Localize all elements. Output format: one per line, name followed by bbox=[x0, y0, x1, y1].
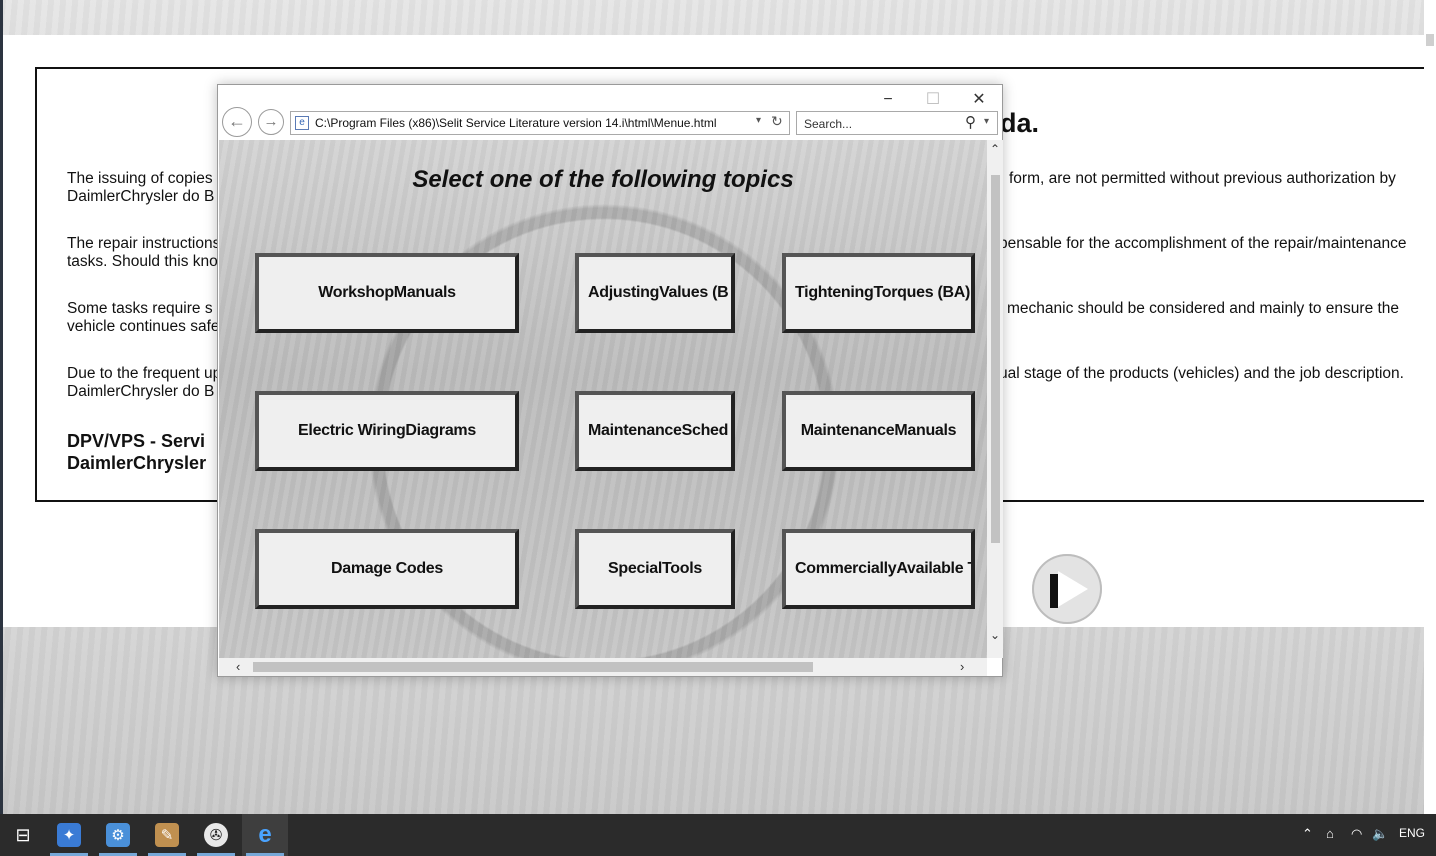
address-bar[interactable]: e C:\Program Files (x86)\Selit Service L… bbox=[290, 111, 790, 135]
refresh-icon[interactable]: ↻ bbox=[771, 113, 783, 130]
horizontal-scrollbar[interactable]: ‹ › bbox=[219, 658, 987, 676]
taskbar: ⊟ ✦ ⚙ ✎ ✇ e ⌃ ⌂ ◠ 🔈 ENG bbox=[0, 814, 1436, 856]
address-dropdown-icon[interactable]: ▾ bbox=[756, 115, 761, 126]
topic-button-maintenance-manuals[interactable]: MaintenanceManuals bbox=[782, 391, 975, 471]
mercedes-star-icon: ✇ bbox=[204, 823, 228, 847]
paragraph-text: Some tasks require s bbox=[67, 300, 213, 317]
task-view-button[interactable]: ⊟ bbox=[0, 814, 46, 856]
scrollbar-thumb[interactable] bbox=[1426, 34, 1434, 46]
play-icon-bar bbox=[1050, 574, 1058, 608]
paragraph-text: The repair instructions bbox=[67, 235, 221, 252]
footer-text: DaimlerChrysler bbox=[67, 453, 207, 473]
paragraph-text: form, are not permitted without previous… bbox=[1009, 170, 1396, 187]
volume-icon[interactable]: 🔈 bbox=[1372, 826, 1388, 842]
topic-button-tightening-torques[interactable]: TighteningTorques (BA) bbox=[782, 253, 975, 333]
search-icon[interactable]: ⚲ bbox=[965, 113, 976, 131]
vertical-scrollbar-thumb[interactable] bbox=[991, 175, 1000, 543]
vertical-scrollbar[interactable]: ⌃ ⌄ bbox=[987, 140, 1003, 658]
paragraph-text: DaimlerChrysler do B bbox=[67, 383, 215, 400]
minimize-button[interactable]: − bbox=[866, 89, 910, 111]
gear-icon: ⚙ bbox=[106, 823, 130, 847]
topic-button-commercially-available[interactable]: CommerciallyAvailable T bbox=[782, 529, 975, 609]
paragraph-text: The issuing of copies bbox=[67, 170, 213, 187]
footer-text: DPV/VPS - Servi bbox=[67, 431, 206, 451]
search-placeholder: Search... bbox=[804, 117, 853, 131]
forward-button[interactable]: → bbox=[258, 109, 284, 135]
scroll-left-icon[interactable]: ‹ bbox=[236, 659, 240, 674]
paragraph-text: DaimlerChrysler do B bbox=[67, 188, 215, 205]
scroll-down-icon[interactable]: ⌄ bbox=[987, 628, 1003, 642]
topic-button-electric-wiring-diagrams[interactable]: Electric WiringDiagrams bbox=[255, 391, 519, 471]
taskbar-app-mercedes[interactable]: ✇ bbox=[193, 814, 239, 856]
back-button[interactable]: ← bbox=[222, 107, 252, 137]
maximize-button[interactable]: ☐ bbox=[911, 89, 955, 111]
paint-icon: ✎ bbox=[155, 823, 179, 847]
notice-title: da. bbox=[1000, 108, 1040, 138]
topic-button-adjusting-values[interactable]: AdjustingValues (B bbox=[575, 253, 735, 333]
search-dropdown-icon[interactable]: ▾ bbox=[984, 116, 989, 127]
topic-button-special-tools[interactable]: SpecialTools bbox=[575, 529, 735, 609]
address-url[interactable]: C:\Program Files (x86)\Selit Service Lit… bbox=[315, 116, 716, 130]
paragraph-text: ual stage of the products (vehicles) and… bbox=[999, 365, 1404, 382]
background-scrollbar[interactable] bbox=[1424, 0, 1436, 814]
scroll-right-icon[interactable]: › bbox=[960, 659, 964, 674]
tray-chevron-icon[interactable]: ⌃ bbox=[1302, 826, 1313, 842]
taskbar-app-settings[interactable]: ⚙ bbox=[95, 814, 141, 856]
taskbar-app-1[interactable]: ✦ bbox=[46, 814, 92, 856]
page-title: Select one of the following topics bbox=[412, 166, 794, 193]
paragraph-text: pensable for the accomplishment of the r… bbox=[999, 235, 1407, 252]
network-icon[interactable]: ⌂ bbox=[1326, 826, 1334, 841]
close-button[interactable]: ✕ bbox=[957, 89, 1001, 111]
topic-button-workshop-manuals[interactable]: WorkshopManuals bbox=[255, 253, 519, 333]
wifi-icon[interactable]: ◠ bbox=[1351, 826, 1362, 842]
language-indicator[interactable]: ENG bbox=[1399, 826, 1425, 840]
scroll-up-icon[interactable]: ⌃ bbox=[987, 142, 1003, 156]
paragraph-text: Due to the frequent up bbox=[67, 365, 222, 382]
play-icon bbox=[1058, 571, 1088, 607]
taskbar-app-internet-explorer[interactable]: e bbox=[242, 814, 288, 856]
play-button[interactable] bbox=[1032, 554, 1102, 624]
internet-explorer-icon: e bbox=[258, 821, 272, 848]
horizontal-scrollbar-thumb[interactable] bbox=[253, 662, 813, 672]
browser-window: − ☐ ✕ ← → e C:\Program Files (x86)\Selit… bbox=[217, 84, 1003, 677]
page-viewport: Select one of the following topics Works… bbox=[219, 140, 987, 658]
paragraph-text: mechanic should be considered and mainly… bbox=[1007, 300, 1400, 317]
search-input[interactable]: Search... ⚲ ▾ bbox=[796, 111, 998, 135]
paragraph-text: vehicle continues safe bbox=[67, 318, 220, 335]
task-view-icon: ⊟ bbox=[15, 824, 31, 845]
paragraph-text: tasks. Should this kno bbox=[67, 253, 218, 270]
topic-button-maintenance-schedules[interactable]: MaintenanceSched bbox=[575, 391, 735, 471]
page-icon: e bbox=[295, 116, 309, 130]
topic-button-damage-codes[interactable]: Damage Codes bbox=[255, 529, 519, 609]
taskbar-app-paint[interactable]: ✎ bbox=[144, 814, 190, 856]
app-icon: ✦ bbox=[57, 823, 81, 847]
